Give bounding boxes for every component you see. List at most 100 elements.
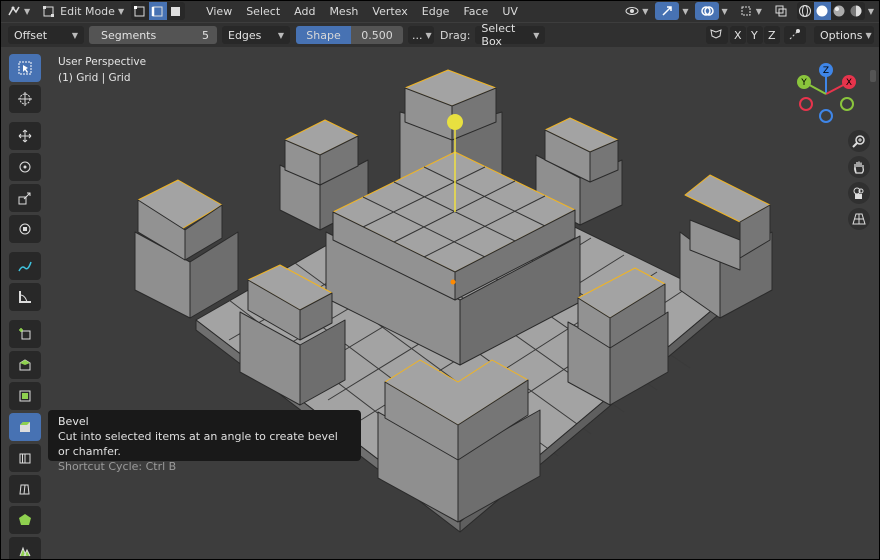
vertex-select-button[interactable] [131,2,149,20]
scale-tool[interactable] [9,184,41,212]
mesh-scene[interactable] [0,48,880,560]
loop-cut-icon [19,453,31,464]
more-options-dropdown[interactable]: ... ▼ [408,26,434,44]
transform-tool[interactable] [9,215,41,243]
select-box-tool[interactable] [9,54,41,82]
editor-type-icon [8,6,20,16]
move-tool[interactable] [9,122,41,150]
gizmo-toggle-button[interactable] [655,2,680,20]
affect-dropdown[interactable]: Edges ▼ [222,26,290,44]
pan-button[interactable] [848,156,870,178]
navigation-gizmo[interactable]: Z X Y [792,60,860,128]
crosshair-icon [18,92,32,106]
annotate-tool[interactable] [9,252,41,280]
extrude-tool[interactable] [9,351,41,379]
editor-header: ▼ Edit Mode ▼ View Select Add Mesh Vertex… [0,0,880,22]
rendered-sphere-icon [850,5,862,17]
chevron-down-icon: ▼ [117,6,125,16]
inset-tool[interactable] [9,382,41,410]
width-type-label: Offset [14,28,48,42]
chevron-down-icon: ▼ [425,30,432,40]
poly-build-tool[interactable] [9,506,41,534]
spin-tool[interactable] [9,537,41,560]
edit-mode-icon [43,6,55,17]
hand-icon [854,161,864,174]
menu-edge[interactable]: Edge [415,2,457,20]
add-cube-icon [19,328,31,340]
segments-label: Segments [101,28,157,42]
rotate-tool[interactable] [9,153,41,181]
eye-icon [625,7,639,15]
edge-select-button[interactable] [149,2,168,20]
menu-vertex[interactable]: Vertex [365,2,414,20]
chevron-down-icon[interactable]: ▼ [868,7,874,16]
mirror-toggle[interactable] [706,26,728,44]
solid-shading-button[interactable] [813,2,831,20]
width-type-dropdown[interactable]: Offset ▼ [8,26,84,44]
camera-view-button[interactable] [848,182,870,204]
poly-build-icon [19,514,31,525]
move-arrows-icon [18,129,32,143]
loop-cut-tool[interactable] [9,444,41,472]
material-shading-button[interactable] [831,2,848,20]
axis-z-toggle[interactable]: Z [764,26,780,44]
face-select-icon [171,7,181,16]
chevron-down-icon: ▼ [71,30,78,40]
gizmo-x-label: X [846,78,852,88]
measure-tool[interactable] [9,283,41,311]
mode-dropdown[interactable]: Edit Mode ▼ [37,2,129,20]
bevel-gizmo-handle [447,114,463,130]
visibility-dropdown[interactable]: ▼ [620,2,653,20]
vertex-select-icon [134,6,145,17]
knife-tool[interactable] [9,475,41,503]
active-vertex [450,279,456,285]
menu-mesh[interactable]: Mesh [322,2,365,20]
material-sphere-icon [833,5,845,17]
gizmo-icon [662,6,673,16]
axis-x-toggle[interactable]: X [730,26,746,44]
add-cube-tool[interactable] [9,320,41,348]
gizmo-y-label: Y [800,78,807,88]
drag-dropdown[interactable]: Select Box ▼ [475,22,546,48]
xray-icon [775,5,787,17]
snap-toggle[interactable] [784,26,806,44]
overlays-toggle-button[interactable] [694,2,719,20]
chevron-down-icon[interactable]: ▼ [682,7,688,16]
gizmo-neg-y [840,97,854,111]
menu-face[interactable]: Face [456,2,495,20]
menu-select[interactable]: Select [239,2,287,20]
more-label: ... [412,28,423,42]
grid-perspective-icon [852,213,866,225]
solid-sphere-icon [816,5,828,17]
3d-viewport[interactable]: User Perspective (1) Grid | Grid Z X Y B… [0,48,880,560]
xray-toggle-button[interactable] [769,2,793,20]
region-toggle-arrow[interactable] [870,70,876,82]
left-toolbar [7,54,43,560]
cursor-tool[interactable] [9,85,41,113]
face-select-button[interactable] [167,2,185,20]
viewport-info: User Perspective (1) Grid | Grid [58,54,146,86]
chevron-down-icon[interactable]: ▼ [722,7,728,16]
rendered-shading-button[interactable] [848,2,865,20]
extrude-icon [19,359,31,371]
menu-uv[interactable]: UV [495,2,525,20]
gizmo-neg-z [819,109,833,123]
menu-add[interactable]: Add [287,2,322,20]
butterfly-icon [710,29,722,39]
zoom-button[interactable] [848,130,870,152]
drag-value: Select Box [481,22,516,48]
wireframe-shading-button[interactable] [797,2,814,20]
bevel-tool[interactable] [9,413,41,441]
editor-type-button[interactable]: ▼ [2,2,35,20]
bevel-icon [20,422,30,432]
options-dropdown[interactable]: Options ▼ [814,26,874,44]
segments-field[interactable]: Segments 5 [89,26,217,44]
mesh-edit-overlays-button[interactable]: ▼ [734,2,767,20]
drag-label: Drag: [440,28,471,42]
cursor-select-icon [18,61,32,75]
perspective-toggle-button[interactable] [848,208,870,230]
tooltip-description: Cut into selected items at an angle to c… [58,430,338,458]
axis-y-toggle[interactable]: Y [747,26,763,44]
shape-field[interactable]: Shape 0.500 [296,26,403,44]
menu-view[interactable]: View [199,2,239,20]
